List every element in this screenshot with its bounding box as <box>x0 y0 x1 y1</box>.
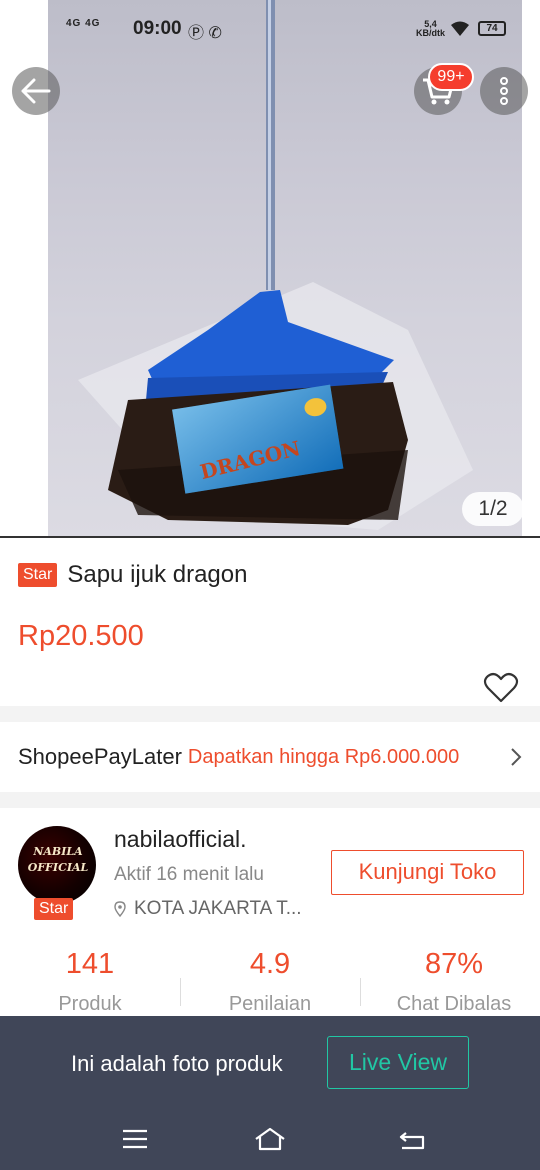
product-price: Rp20.500 <box>18 620 144 652</box>
star-seller-badge: Star <box>18 563 58 587</box>
product-title: Sapu ijuk dragon <box>67 561 248 588</box>
more-options-button[interactable] <box>480 67 528 115</box>
shop-location-text: KOTA JAKARTA T... <box>134 898 302 919</box>
product-title-row: Star Sapu ijuk dragon <box>18 558 528 592</box>
image-counter: 1/2 <box>462 492 524 526</box>
stat-value: 4.9 <box>249 948 291 980</box>
section-separator <box>0 792 540 808</box>
shop-avatar[interactable]: NABILA OFFICIAL <box>18 826 96 904</box>
back-button[interactable] <box>12 67 60 115</box>
shop-location: KOTA JAKARTA T... <box>114 898 302 920</box>
battery-indicator: 74 <box>478 21 506 36</box>
network-indicator: 4G 4G <box>66 18 101 29</box>
live-view-button[interactable]: Live View <box>327 1036 469 1089</box>
chevron-right-icon <box>511 748 522 766</box>
product-page: DRAGON 4G 4G 09:00 Ⓟ ✆ 5,4 KB/dtk 74 99+… <box>0 0 540 1170</box>
shop-active-status: Aktif 16 menit lalu <box>114 864 264 885</box>
system-navigation-bar <box>0 1110 540 1170</box>
more-vertical-icon <box>500 77 508 105</box>
back-nav-icon[interactable] <box>394 1124 428 1154</box>
stat-label: Penilaian <box>228 993 312 1015</box>
wifi-icon <box>451 21 469 36</box>
speed-unit: KB/dtk <box>416 28 445 38</box>
stat-divider <box>360 978 361 1006</box>
product-image-carousel[interactable]: DRAGON 4G 4G 09:00 Ⓟ ✆ 5,4 KB/dtk 74 99+… <box>0 0 540 538</box>
network-speed: 5,4 KB/dtk <box>416 20 445 38</box>
stat-chat-reply: 87% Chat Dibalas <box>374 948 534 1016</box>
stat-value: 87% <box>424 948 484 980</box>
stat-products: 141 Produk <box>30 948 150 1016</box>
home-icon[interactable] <box>253 1124 287 1154</box>
paylater-offer: Dapatkan hingga Rp6.000.000 <box>187 745 460 768</box>
stat-divider <box>180 978 181 1006</box>
location-pin-icon <box>114 901 126 917</box>
clock: 09:00 <box>133 18 182 39</box>
menu-icon[interactable] <box>118 1124 152 1154</box>
heart-icon[interactable] <box>483 672 519 704</box>
section-separator <box>0 706 540 722</box>
cart-count-badge: 99+ <box>428 63 474 91</box>
notification-icons: Ⓟ ✆ <box>188 25 222 42</box>
stat-rating: 4.9 Penilaian <box>210 948 330 1016</box>
stat-label: Chat Dibalas <box>396 993 512 1015</box>
visit-shop-button[interactable]: Kunjungi Toko <box>331 850 524 895</box>
avatar-logo-text: NABILA OFFICIAL <box>27 845 89 874</box>
paylater-name: ShopeePayLater <box>18 744 182 769</box>
paylater-row[interactable]: ShopeePayLater Dapatkan hingga Rp6.000.0… <box>0 722 540 792</box>
live-view-message: Ini adalah foto produk <box>71 1051 283 1076</box>
shop-name[interactable]: nabilaofficial. <box>114 826 247 853</box>
arrow-left-icon <box>21 78 51 104</box>
stat-label: Produk <box>58 993 122 1015</box>
status-bar: 4G 4G 09:00 Ⓟ ✆ 5,4 KB/dtk 74 <box>0 0 540 58</box>
stat-value: 141 <box>65 948 115 980</box>
divider <box>0 536 540 538</box>
shop-star-badge: Star <box>34 898 74 920</box>
